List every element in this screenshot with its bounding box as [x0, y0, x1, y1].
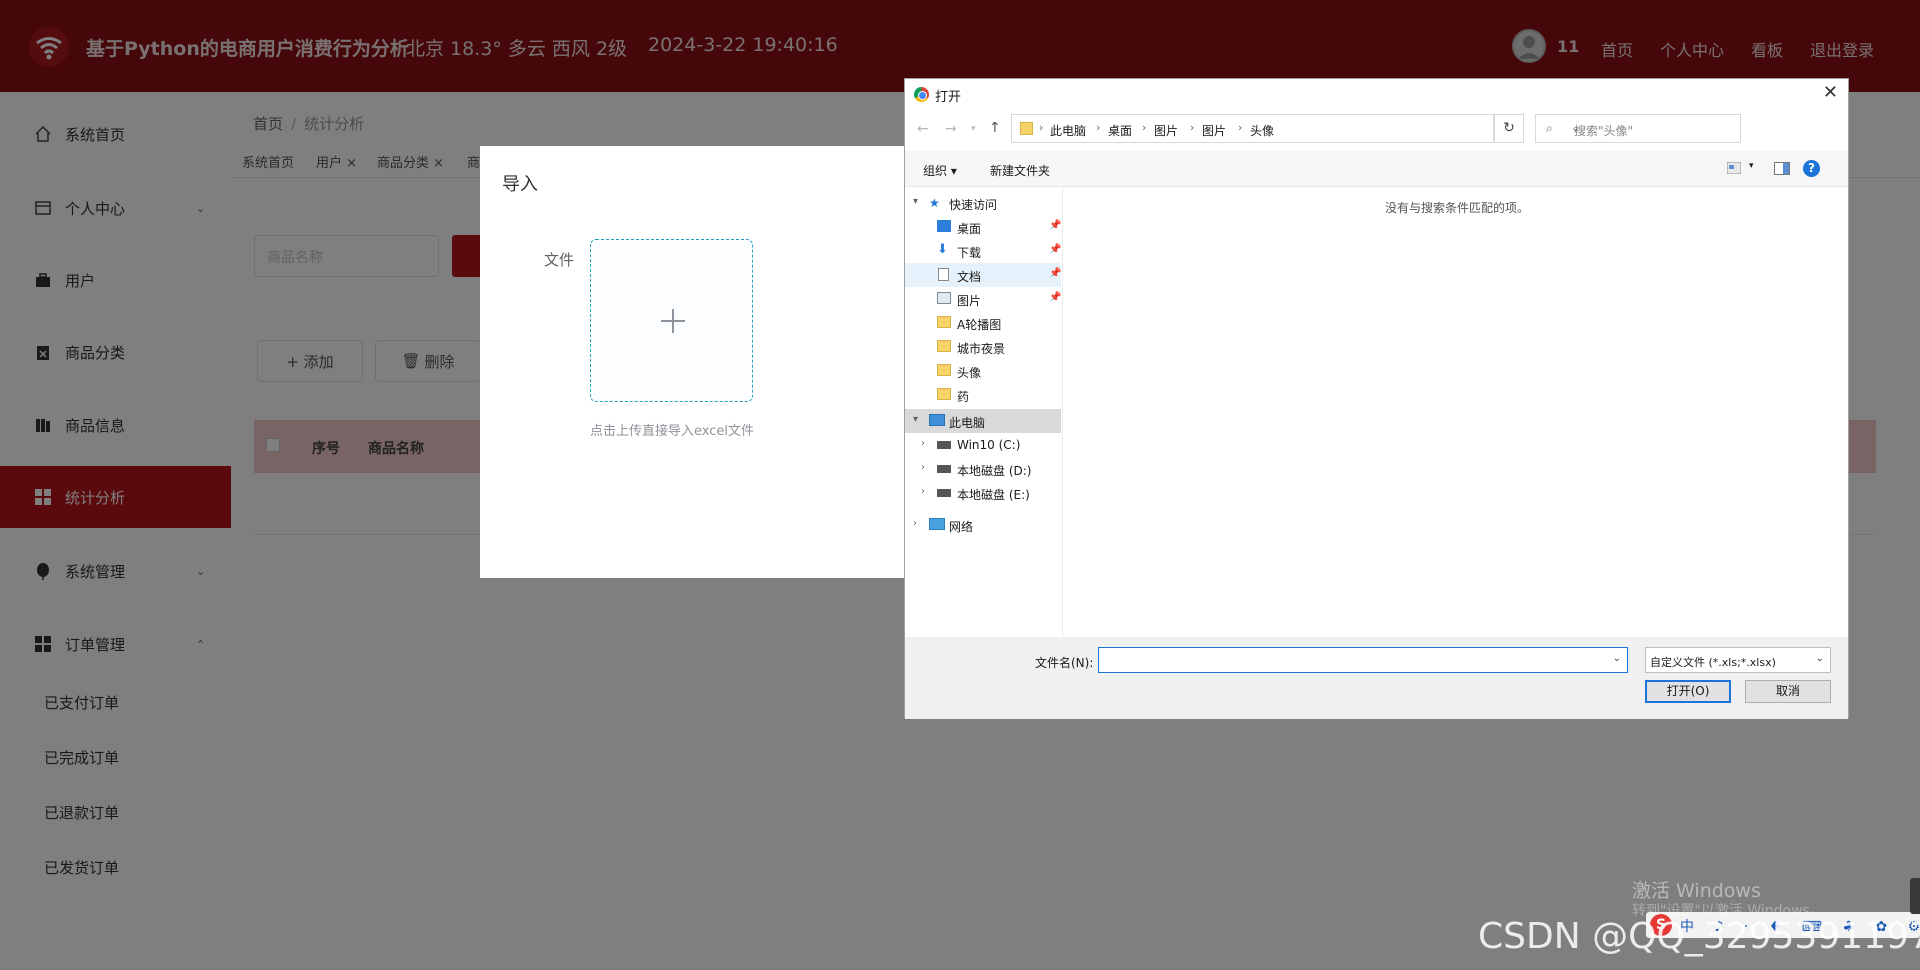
back-arrow-icon[interactable]: ←	[917, 121, 929, 137]
csdn-watermark: CSDN @QQ_3295391197	[1478, 916, 1920, 957]
dialog-title: 打开	[935, 90, 962, 105]
edge-handle[interactable]	[1910, 878, 1920, 914]
tree-item-this-pc[interactable]: ▾ 此电脑	[905, 409, 1061, 433]
pin-icon[interactable]: 📌	[1049, 292, 1061, 303]
up-arrow-icon[interactable]: ↑	[989, 120, 1001, 136]
tree-item-downloads[interactable]: ⬇ 下载 📌	[905, 239, 1061, 263]
network-icon	[929, 518, 945, 530]
pin-icon[interactable]: 📌	[1049, 268, 1061, 279]
search-icon: ⌕	[1546, 121, 1553, 135]
path-segment[interactable]: 图片	[1202, 122, 1226, 139]
close-icon[interactable]: ✕	[1823, 82, 1838, 103]
open-button[interactable]: 打开(O)	[1645, 680, 1731, 703]
organize-menu[interactable]: 组织 ▾	[923, 162, 957, 179]
recent-dropdown-icon[interactable]: ▾	[971, 124, 976, 134]
upload-dropzone[interactable]	[590, 239, 753, 402]
tree-item-drive[interactable]: › 本地磁盘 (D:)	[905, 457, 1061, 481]
file-type-select[interactable]: 自定义文件 (*.xls;*.xlsx) ⌄	[1645, 647, 1831, 673]
filename-label: 文件名(N):	[1035, 656, 1094, 670]
tree-item-folder[interactable]: A轮播图	[905, 311, 1061, 335]
new-folder-button[interactable]: 新建文件夹	[990, 162, 1050, 179]
pin-icon[interactable]: 📌	[1049, 244, 1061, 255]
refresh-icon[interactable]: ↻	[1494, 114, 1524, 143]
tree-item-documents[interactable]: 文档 📌	[905, 263, 1061, 287]
star-icon: ★	[929, 196, 940, 210]
tree-item-desktop[interactable]: 桌面 📌	[905, 215, 1061, 239]
tree-item-pictures[interactable]: 图片 📌	[905, 287, 1061, 311]
tree-item-folder[interactable]: 头像	[905, 359, 1061, 383]
file-open-dialog: 打开 ✕ ← → ▾ ↑ › 此电脑 › 桌面 › 图片 › 图片 › 头像 ⌄…	[904, 78, 1849, 719]
tree-item-folder[interactable]: 药	[905, 383, 1061, 407]
folder-icon	[937, 340, 951, 352]
file-label: 文件	[544, 251, 575, 269]
tree-item-network[interactable]: › 网络	[905, 513, 1061, 537]
drive-icon	[937, 441, 951, 449]
tree-item-quick-access[interactable]: ▾ ★ 快速访问	[905, 191, 1061, 215]
empty-results-message: 没有与搜索条件匹配的项。	[1385, 201, 1530, 215]
help-icon[interactable]: ?	[1803, 160, 1820, 177]
tree-item-folder[interactable]: 城市夜景	[905, 335, 1061, 359]
computer-icon	[929, 414, 945, 426]
windows-activation-watermark: 激活 Windows	[1632, 880, 1761, 902]
forward-arrow-icon[interactable]: →	[945, 121, 957, 137]
dialog-titlebar: 打开 ✕	[905, 79, 1848, 109]
address-row: ← → ▾ ↑ › 此电脑 › 桌面 › 图片 › 图片 › 头像 ⌄ ↻ ⌕ …	[905, 113, 1848, 145]
dialog-search-input[interactable]: ⌕ 搜索"头像"	[1535, 114, 1741, 143]
chrome-icon	[914, 87, 929, 102]
modal-title: 导入	[502, 174, 538, 195]
document-icon	[938, 268, 949, 281]
drive-icon	[937, 489, 951, 497]
dialog-footer: 文件名(N): ⌄ 自定义文件 (*.xls;*.xlsx) ⌄ 打开(O) 取…	[905, 637, 1848, 719]
folder-icon	[1020, 122, 1033, 135]
preview-pane-icon[interactable]	[1774, 162, 1790, 175]
chevron-down-icon[interactable]: ▾	[1749, 161, 1754, 171]
tree-item-drive[interactable]: › Win10 (C:)	[905, 433, 1061, 457]
desktop-icon	[937, 220, 951, 232]
path-segment[interactable]: 此电脑	[1050, 122, 1086, 139]
path-segment[interactable]: 头像	[1250, 122, 1274, 139]
path-segment[interactable]: 图片	[1154, 122, 1178, 139]
view-options-icon[interactable]	[1727, 162, 1741, 174]
folder-icon	[937, 388, 951, 400]
chevron-down-icon: ⌄	[1815, 653, 1824, 664]
address-bar[interactable]: › 此电脑 › 桌面 › 图片 › 图片 › 头像 ⌄	[1011, 114, 1580, 143]
pictures-icon	[937, 292, 951, 304]
dialog-toolbar: 组织 ▾ 新建文件夹 ▾ ?	[905, 151, 1848, 187]
path-segment[interactable]: 桌面	[1108, 122, 1132, 139]
cancel-button[interactable]: 取消	[1745, 680, 1831, 703]
folder-icon	[937, 316, 951, 328]
upload-tip: 点击上传直接导入excel文件	[590, 424, 754, 439]
filename-input[interactable]: ⌄	[1098, 647, 1628, 673]
tree-item-drive[interactable]: › 本地磁盘 (E:)	[905, 481, 1061, 505]
drive-icon	[937, 465, 951, 473]
folder-icon	[937, 364, 951, 376]
navigation-pane: ▾ ★ 快速访问 桌面 📌 ⬇ 下载 📌 文档 📌 图片 📌 A轮播图 城市夜景…	[905, 187, 1063, 637]
download-icon: ⬇	[937, 242, 948, 257]
chevron-down-icon[interactable]: ⌄	[1613, 653, 1621, 664]
pin-icon[interactable]: 📌	[1049, 220, 1061, 231]
import-modal: 导入 文件 点击上传直接导入excel文件	[480, 146, 912, 578]
